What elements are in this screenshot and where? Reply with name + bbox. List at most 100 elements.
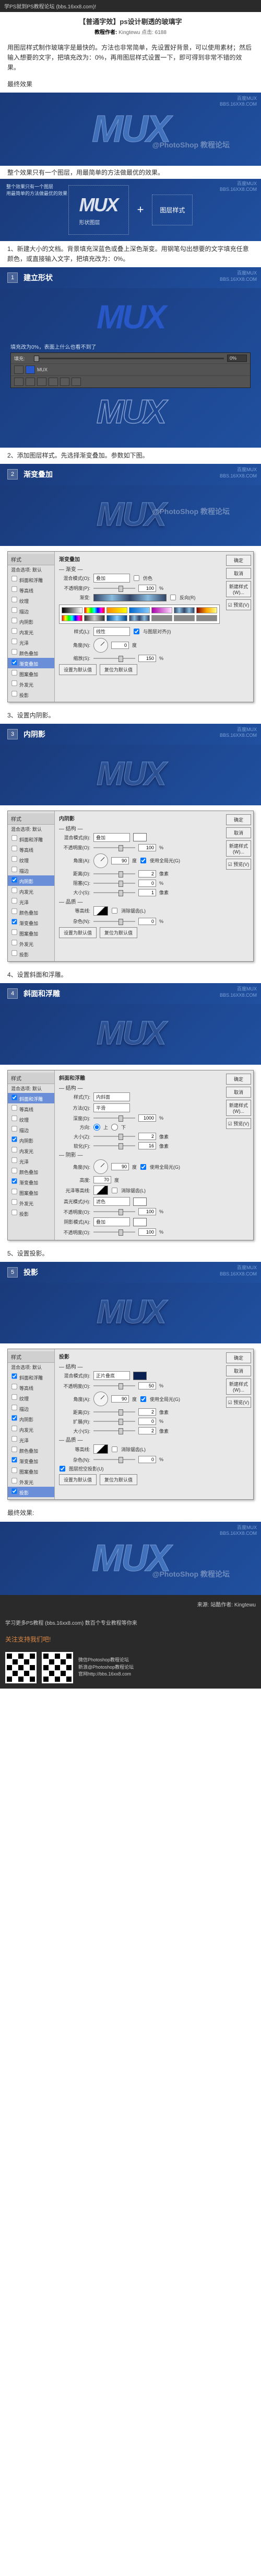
bevel-angle-dial[interactable] xyxy=(93,1159,108,1174)
fill-input[interactable] xyxy=(227,355,247,362)
inner-noise-slider[interactable] xyxy=(93,921,135,922)
inner-dist-slider[interactable] xyxy=(93,873,135,874)
bevel-angle-input[interactable] xyxy=(111,1163,129,1170)
cancel-button[interactable]: 取消 xyxy=(226,1087,251,1098)
side-stroke[interactable]: 描边 xyxy=(8,606,54,616)
preset-7[interactable] xyxy=(196,607,217,613)
drop-spread-input[interactable] xyxy=(138,1418,156,1425)
bevel-alt-input[interactable] xyxy=(93,1176,111,1183)
reset-default-button[interactable]: 复位为默认值 xyxy=(100,664,137,675)
bevel-size-input[interactable] xyxy=(138,1133,156,1140)
side-outer-glow[interactable]: 外发光 xyxy=(8,679,54,689)
preset-4[interactable] xyxy=(129,607,150,613)
drop-angle-dial[interactable] xyxy=(93,1392,108,1406)
preset-2[interactable] xyxy=(84,607,105,613)
side-pattern[interactable]: 图案叠加 xyxy=(8,668,54,679)
inner-noise-input[interactable] xyxy=(138,918,156,925)
bevel-depth-slider[interactable] xyxy=(93,1118,135,1119)
preset-11[interactable] xyxy=(129,615,150,621)
opacity-slider[interactable] xyxy=(93,588,135,589)
inner-size-input[interactable] xyxy=(138,889,156,896)
side-blend[interactable]: 混合选项: 默认 xyxy=(8,565,54,574)
drop-color-swatch[interactable] xyxy=(133,1372,147,1380)
ok-button[interactable]: 确定 xyxy=(226,814,251,825)
grad-style-select[interactable]: 线性 xyxy=(93,627,130,636)
dir-up-radio[interactable] xyxy=(93,1124,100,1131)
drop-blend-select[interactable]: 正片叠底 xyxy=(93,1371,130,1380)
inner-global-check[interactable] xyxy=(140,858,146,863)
set-default-button[interactable]: 设置为默认值 xyxy=(59,1474,97,1485)
drop-opacity-input[interactable] xyxy=(138,1382,156,1389)
scale-slider[interactable] xyxy=(93,658,135,659)
gradient-picker[interactable] xyxy=(93,594,167,601)
visibility-icon[interactable] xyxy=(14,366,23,374)
inner-blend-select[interactable]: 叠加 xyxy=(93,833,130,842)
side-inner-shadow-sel[interactable]: 内阴影 xyxy=(8,875,54,886)
drop-contour-picker[interactable] xyxy=(93,1444,108,1454)
side-color-overlay[interactable]: 颜色叠加 xyxy=(8,647,54,658)
side-drop-sel[interactable]: 投影 xyxy=(8,1487,54,1497)
blend-mode-select[interactable]: 叠加 xyxy=(93,574,130,583)
drop-opacity-slider[interactable] xyxy=(93,1385,135,1386)
ok-button[interactable]: 确定 xyxy=(226,1352,251,1363)
side-satin[interactable]: 光泽 xyxy=(8,637,54,647)
side-bevel-sel[interactable]: 斜面和浮雕 xyxy=(8,1093,54,1103)
bevel-aa-check[interactable] xyxy=(112,1188,117,1193)
bevel-style-select[interactable]: 内斜面 xyxy=(93,1092,130,1101)
new-style-button[interactable]: 新建样式(W)... xyxy=(226,581,251,597)
cancel-button[interactable]: 取消 xyxy=(226,827,251,838)
preset-10[interactable] xyxy=(106,615,127,621)
preset-14[interactable] xyxy=(196,615,217,621)
reset-default-button[interactable]: 复位为默认值 xyxy=(100,927,137,938)
cancel-button[interactable]: 取消 xyxy=(226,1365,251,1376)
drop-aa-check[interactable] xyxy=(112,1446,117,1452)
preset-8[interactable] xyxy=(62,615,82,621)
bevel-soft-input[interactable] xyxy=(138,1142,156,1149)
inner-contour-picker[interactable] xyxy=(93,906,108,916)
inner-opacity-slider[interactable] xyxy=(93,847,135,848)
inner-color-swatch[interactable] xyxy=(133,833,147,841)
align-check[interactable] xyxy=(134,628,139,634)
side-texture[interactable]: 纹理 xyxy=(8,595,54,606)
dir-down-radio[interactable] xyxy=(111,1124,118,1131)
side-drop-shadow[interactable]: 投影 xyxy=(8,689,54,700)
scale-input[interactable] xyxy=(138,655,156,662)
sop-input[interactable] xyxy=(138,1228,156,1236)
bevel-gloss-picker[interactable] xyxy=(93,1186,108,1195)
hcolor-swatch[interactable] xyxy=(133,1198,147,1206)
hop-input[interactable] xyxy=(138,1208,156,1215)
side-bevel[interactable]: 斜面和浮雕 xyxy=(8,574,54,585)
preset-13[interactable] xyxy=(174,615,195,621)
preview-check[interactable]: ☑ 预览(V) xyxy=(226,599,251,610)
hmode-select[interactable]: 滤色 xyxy=(93,1197,130,1206)
reset-default-button[interactable]: 复位为默认值 xyxy=(100,1474,137,1485)
drop-noise-slider[interactable] xyxy=(93,1459,135,1460)
fx-icon[interactable] xyxy=(14,378,23,386)
fill-slider[interactable] xyxy=(34,358,224,359)
bevel-depth-input[interactable] xyxy=(138,1114,156,1122)
inner-aa-check[interactable] xyxy=(112,908,117,914)
scolor-swatch[interactable] xyxy=(133,1218,147,1226)
new-style-button[interactable]: 新建样式(W)... xyxy=(226,840,251,857)
drop-dist-slider[interactable] xyxy=(93,1411,135,1412)
drop-spread-slider[interactable] xyxy=(93,1421,135,1422)
group-icon[interactable] xyxy=(49,378,58,386)
knockout-check[interactable] xyxy=(60,1466,65,1472)
inner-choke-input[interactable] xyxy=(138,880,156,887)
angle-dial[interactable] xyxy=(93,638,108,653)
drop-dist-input[interactable] xyxy=(138,1408,156,1416)
inner-angle-input[interactable] xyxy=(111,857,129,864)
trash-icon[interactable] xyxy=(72,378,81,386)
preview-check[interactable]: ☑ 预览(V) xyxy=(226,1397,251,1408)
set-default-button[interactable]: 设置为默认值 xyxy=(59,664,97,675)
angle-input[interactable] xyxy=(111,642,129,649)
preset-6[interactable] xyxy=(174,607,195,613)
drop-size-input[interactable] xyxy=(138,1427,156,1434)
drop-angle-input[interactable] xyxy=(111,1395,129,1403)
inner-opacity-input[interactable] xyxy=(138,844,156,851)
inner-angle-dial[interactable] xyxy=(93,853,108,868)
opacity-input[interactable] xyxy=(138,585,156,592)
side-contour[interactable]: 等高线 xyxy=(8,585,54,595)
side-inner-glow[interactable]: 内发光 xyxy=(8,626,54,637)
preset-9[interactable] xyxy=(84,615,105,621)
